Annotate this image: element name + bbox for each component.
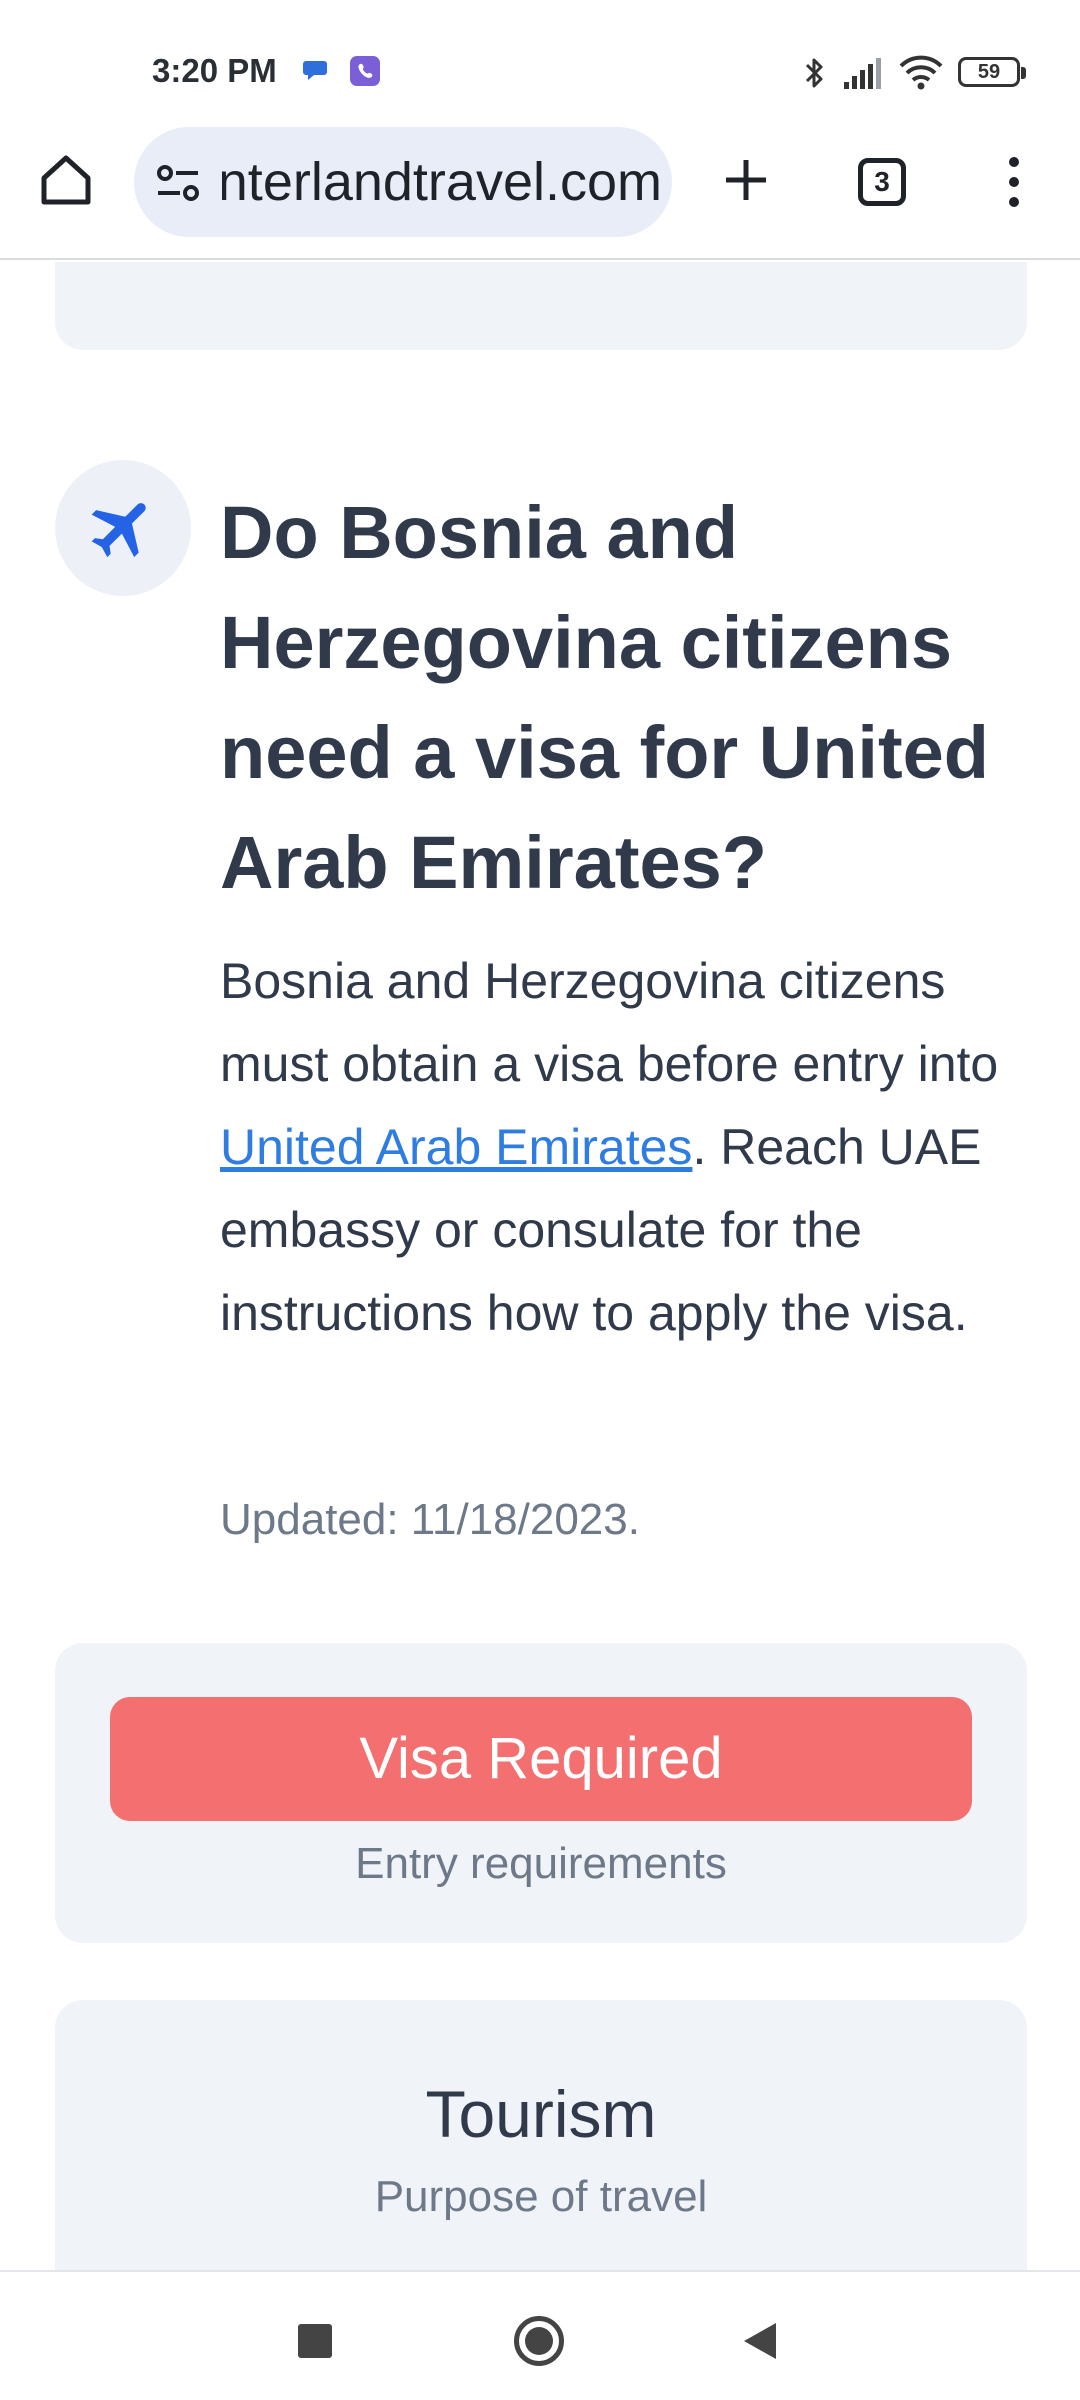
viber-icon: [350, 56, 380, 86]
back-icon[interactable]: [740, 2320, 780, 2362]
airplane-icon: [91, 503, 146, 558]
visa-status-card: Visa Required Entry requirements: [55, 1643, 1027, 1943]
status-time: 3:20 PM: [152, 52, 277, 89]
plane-badge: [55, 460, 191, 596]
system-nav-bar: [0, 2270, 1080, 2400]
home-circle-icon[interactable]: [514, 2316, 564, 2366]
bluetooth-icon: [805, 58, 823, 88]
purpose-title: Tourism: [425, 2077, 657, 2151]
purpose-subtitle: Purpose of travel: [374, 2172, 708, 2221]
url-text: interlandtravel.com: [222, 152, 662, 212]
home-icon[interactable]: [36, 150, 96, 210]
plus-icon[interactable]: [714, 148, 778, 212]
address-bar[interactable]: interlandtravel.com: [134, 127, 672, 237]
site-settings-icon[interactable]: [156, 163, 200, 203]
updated-date: Updated: 11/18/2023.: [220, 1495, 640, 1544]
description-text-start: Bosnia and Herzegovina citizens must obt…: [220, 953, 999, 1092]
purpose-card: Tourism Purpose of travel: [55, 2000, 1027, 2280]
signal-icon: [844, 58, 881, 89]
screen: 3:20 PM 59 interlandtravel.com 3 Do Bosn…: [0, 0, 1080, 2400]
country-link[interactable]: United Arab Emirates: [220, 1119, 692, 1175]
entry-requirements-label: Entry requirements: [355, 1839, 727, 1888]
wifi-icon: [899, 55, 943, 90]
chat-icon: [303, 61, 327, 80]
recent-apps-icon[interactable]: [298, 2324, 332, 2358]
more-vert-icon[interactable]: [996, 150, 1032, 214]
page-title: Do Bosnia and Herzegovina citizens need …: [220, 491, 989, 904]
status-bar: 3:20 PM 59: [0, 0, 1080, 120]
battery-icon: 59: [958, 57, 1026, 87]
visa-description: Bosnia and Herzegovina citizens must obt…: [220, 940, 1040, 1355]
visa-required-badge[interactable]: Visa Required: [110, 1697, 972, 1821]
tabs-icon[interactable]: 3: [858, 158, 906, 206]
browser-toolbar: interlandtravel.com 3: [0, 120, 1080, 260]
previous-card: [55, 262, 1027, 350]
